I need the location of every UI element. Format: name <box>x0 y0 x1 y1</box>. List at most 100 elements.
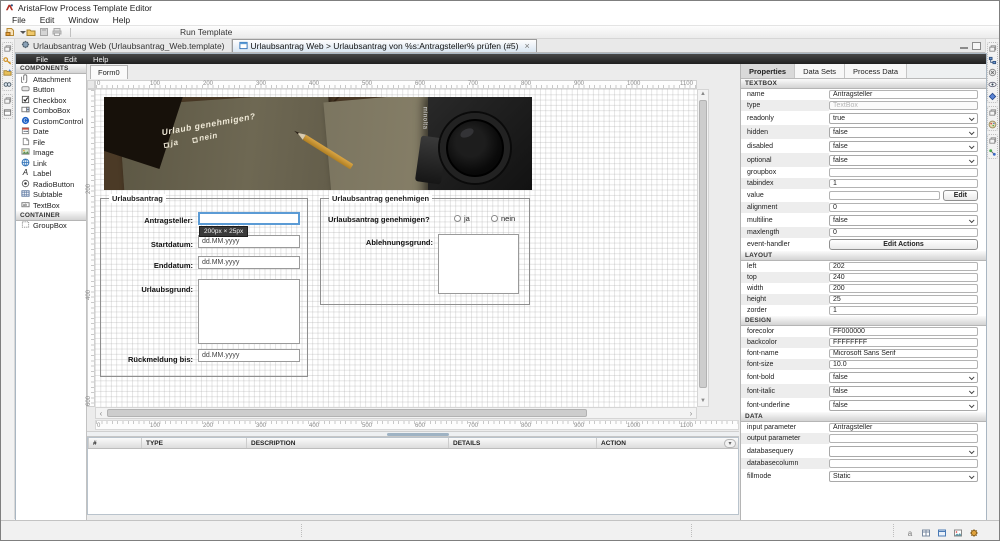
property-input-maxlength[interactable] <box>829 228 978 237</box>
property-select-optional[interactable]: false <box>829 154 978 166</box>
property-input-type[interactable] <box>829 101 978 110</box>
grid-view-icon[interactable] <box>921 525 931 540</box>
palette-item-label[interactable]: A Label <box>16 168 86 180</box>
restore-view-icon[interactable] <box>988 44 997 53</box>
textbox-antragsteller[interactable] <box>198 212 300 225</box>
search-icon[interactable] <box>3 80 12 89</box>
edit-value-button[interactable]: Edit <box>942 190 978 201</box>
property-select-font-bold[interactable]: false <box>829 371 978 383</box>
property-input-databasecolumn[interactable] <box>829 459 978 468</box>
property-input-backcolor[interactable] <box>829 338 978 347</box>
process-data-icon[interactable] <box>988 148 997 157</box>
property-input-width[interactable] <box>829 284 978 293</box>
property-select-hidden[interactable]: false <box>829 126 978 138</box>
radio-nein[interactable]: nein <box>491 214 515 223</box>
scroll-right-icon[interactable]: › <box>686 408 696 418</box>
radio-ja[interactable]: ja <box>454 214 470 223</box>
property-input-zorder[interactable] <box>829 306 978 315</box>
groupbox-genehmigen[interactable]: Urlaubsantrag genehmigen Urlaubsantrag g… <box>320 194 530 305</box>
palette-item-file[interactable]: File <box>16 137 86 148</box>
palette-item-subtable[interactable]: Subtable <box>16 190 86 201</box>
table-column-type[interactable]: TYPE <box>141 438 246 448</box>
property-input-tabindex[interactable] <box>829 179 978 188</box>
scroll-up-icon[interactable]: ▲ <box>698 90 708 99</box>
palette-item-button[interactable]: Button <box>16 85 86 96</box>
palette-item-image[interactable]: Image <box>16 148 86 159</box>
table-column-num[interactable]: # <box>88 438 141 448</box>
palette-item-attachment[interactable]: Attachment <box>16 74 86 85</box>
palette-icon[interactable] <box>988 120 997 129</box>
form-design-canvas[interactable]: Urlaub genehmigen? ja nein minolta Urlaub… <box>95 89 697 407</box>
property-input-groupbox[interactable] <box>829 168 978 177</box>
table-column-description[interactable]: DESCRIPTION <box>246 438 448 448</box>
dataset-icon[interactable] <box>988 92 997 101</box>
palette-item-radiobutton[interactable]: RadioButton <box>16 179 86 190</box>
window-icon[interactable] <box>937 525 947 540</box>
restore-view-icon[interactable] <box>3 96 12 105</box>
edit-actions-button[interactable]: Edit Actions <box>829 239 978 250</box>
property-select-font-italic[interactable]: false <box>829 385 978 397</box>
palette-item-combobox[interactable]: ComboBox <box>16 106 86 117</box>
property-input-font-name[interactable] <box>829 349 978 358</box>
vscroll-thumb[interactable] <box>699 100 707 388</box>
properties-tab-properties[interactable]: Properties <box>741 64 796 78</box>
tab-form-editor[interactable]: Urlaubsantrag Web > Urlaubsantrag von %s… <box>231 39 537 52</box>
property-select-fillmode[interactable]: Static <box>829 470 978 482</box>
property-input-name[interactable] <box>829 90 978 99</box>
preview-icon[interactable] <box>988 80 997 89</box>
menu-item-file[interactable]: File <box>5 15 33 25</box>
close-tab-icon[interactable]: × <box>524 41 529 51</box>
table-column-details[interactable]: DETAILS <box>448 438 596 448</box>
menu-item-help[interactable]: Help <box>85 55 116 64</box>
image-view-icon[interactable] <box>953 525 963 540</box>
palette-item-link[interactable]: Link <box>16 158 86 169</box>
radio-circle-icon[interactable] <box>454 215 461 222</box>
palette-item-groupbox[interactable]: GroupBox <box>16 221 86 232</box>
palette-item-customcontrol[interactable]: C CustomControl <box>16 116 86 127</box>
restore-view-icon[interactable] <box>3 44 12 53</box>
marker-icon[interactable]: a <box>905 525 915 540</box>
settings-icon[interactable] <box>969 525 979 540</box>
print-button[interactable] <box>52 27 62 37</box>
palette-item-date[interactable]: Date <box>16 127 86 138</box>
menu-item-file[interactable]: File <box>28 55 56 64</box>
property-select-multiline[interactable]: false <box>829 214 978 226</box>
view-window-icon[interactable] <box>3 108 12 117</box>
restore-view-icon[interactable] <box>988 108 997 117</box>
outline-icon[interactable] <box>988 56 997 65</box>
new-template-button[interactable] <box>5 27 15 37</box>
property-input-input-parameter[interactable] <box>829 423 978 432</box>
scroll-left-icon[interactable]: ‹ <box>96 408 106 418</box>
key-icon[interactable] <box>3 56 12 65</box>
strip-thumb[interactable] <box>387 433 449 436</box>
scroll-down-icon[interactable]: ▼ <box>698 397 708 406</box>
canvas-horizontal-scrollbar[interactable]: ‹ › <box>95 407 697 419</box>
table-menu-button[interactable]: ▾ <box>724 439 736 448</box>
restore-view-icon[interactable] <box>988 136 997 145</box>
form-tab[interactable]: Form0 <box>90 65 128 79</box>
property-input-left[interactable] <box>829 262 978 271</box>
property-input-font-size[interactable] <box>829 360 978 369</box>
property-select-readonly[interactable]: true <box>829 112 978 124</box>
groupbox-urlaubsantrag[interactable]: Urlaubsantrag Antragsteller: 200px × 25p… <box>100 194 308 377</box>
textbox-ablehnungsgrund[interactable] <box>438 234 519 294</box>
property-select-disabled[interactable]: false <box>829 140 978 152</box>
new-wizard-icon[interactable] <box>3 68 12 77</box>
properties-tab-data-sets[interactable]: Data Sets <box>795 64 846 78</box>
menu-item-edit[interactable]: Edit <box>56 55 85 64</box>
textbox-enddatum[interactable]: dd.MM.yyyy <box>198 256 300 269</box>
radio-circle-icon[interactable] <box>491 215 498 222</box>
textbox-rueckmeldung[interactable]: dd.MM.yyyy <box>198 349 300 362</box>
maximize-view-icon[interactable] <box>972 41 981 50</box>
textbox-urlaubsgrund[interactable] <box>198 279 300 344</box>
tab-template-overview[interactable]: Urlaubsantrag Web (Urlaubsantrag_Web.tem… <box>15 39 232 52</box>
palette-item-textbox[interactable]: ab TextBox <box>16 200 86 211</box>
menu-item-window[interactable]: Window <box>61 15 105 25</box>
properties-tab-process-data[interactable]: Process Data <box>845 64 908 78</box>
property-input-alignment[interactable] <box>829 203 978 212</box>
property-input-top[interactable] <box>829 273 978 282</box>
close-circle-icon[interactable] <box>988 68 997 77</box>
property-input-height[interactable] <box>829 295 978 304</box>
minimize-view-icon[interactable] <box>960 46 968 50</box>
property-input-value[interactable] <box>829 191 940 200</box>
